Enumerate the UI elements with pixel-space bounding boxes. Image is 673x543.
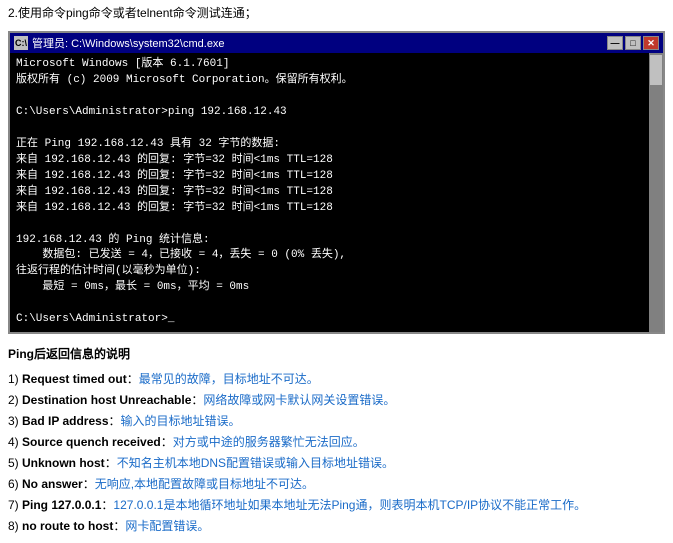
- cmd-title: 管理员: C:\Windows\system32\cmd.exe: [32, 35, 225, 51]
- item-desc: 不知名主机本地DNS配置错误或输入目标地址错误。: [117, 456, 394, 470]
- item-number: 4): [8, 435, 22, 449]
- item-label: No answer: [22, 477, 83, 491]
- info-item: 8) no route to host：网卡配置错误。: [8, 516, 665, 537]
- cmd-line: 来自 192.168.12.43 的回复: 字节=32 时间<1ms TTL=1…: [16, 185, 643, 201]
- info-item: 4) Source quench received：对方或中途的服务器繁忙无法回…: [8, 432, 665, 453]
- item-number: 5): [8, 456, 22, 470]
- cmd-icon-text: C:\: [15, 38, 27, 48]
- cmd-scrollbar[interactable]: [649, 53, 663, 332]
- item-separator: ：: [127, 372, 139, 386]
- item-desc: 网络故障或网卡默认网关设置错误。: [203, 393, 395, 407]
- item-desc: 对方或中途的服务器繁忙无法回应。: [173, 435, 365, 449]
- item-separator: ：: [109, 414, 121, 428]
- item-separator: ：: [191, 393, 203, 407]
- cmd-line: Microsoft Windows [版本 6.1.7601]: [16, 57, 643, 73]
- item-label: no route to host: [22, 519, 113, 533]
- item-number: 1): [8, 372, 22, 386]
- cmd-line: 192.168.12.43 的 Ping 统计信息:: [16, 233, 643, 249]
- info-item: 1) Request timed out：最常见的故障，目标地址不可达。: [8, 369, 665, 390]
- info-item: 3) Bad IP address：输入的目标地址错误。: [8, 411, 665, 432]
- item-label: Unknown host: [22, 456, 105, 470]
- cmd-line: 往返行程的估计时间(以毫秒为单位):: [16, 264, 643, 280]
- info-list: 1) Request timed out：最常见的故障，目标地址不可达。2) D…: [8, 369, 665, 537]
- item-label: Destination host Unreachable: [22, 393, 191, 407]
- maximize-button[interactable]: □: [625, 36, 641, 50]
- cmd-line: 来自 192.168.12.43 的回复: 字节=32 时间<1ms TTL=1…: [16, 153, 643, 169]
- item-desc: 网卡配置错误。: [125, 519, 209, 533]
- below-title: Ping后返回信息的说明: [8, 344, 665, 364]
- item-desc: 输入的目标地址错误。: [121, 414, 241, 428]
- cmd-line: C:\Users\Administrator>_: [16, 312, 643, 328]
- cmd-icon: C:\: [14, 36, 28, 50]
- cmd-titlebar-left: C:\ 管理员: C:\Windows\system32\cmd.exe: [14, 35, 225, 51]
- top-instruction: 2.使用命令ping命令或者telnent命令测试连通；: [0, 0, 673, 27]
- minimize-button[interactable]: —: [607, 36, 623, 50]
- cmd-line: 版权所有 (c) 2009 Microsoft Corporation。保留所有…: [16, 73, 643, 89]
- item-label: Request timed out: [22, 372, 127, 386]
- cmd-body: Microsoft Windows [版本 6.1.7601]版权所有 (c) …: [10, 53, 649, 332]
- info-item: 7) Ping 127.0.0.1：127.0.0.1是本地循环地址如果本地址无…: [8, 495, 665, 516]
- item-number: 6): [8, 477, 22, 491]
- info-item: 6) No answer：无响应,本地配置故障或目标地址不可达。: [8, 474, 665, 495]
- instruction-text: 2.使用命令ping命令或者telnent命令测试连通；: [8, 6, 257, 20]
- cmd-line: [16, 89, 643, 105]
- item-number: 2): [8, 393, 22, 407]
- cmd-buttons: — □ ✕: [607, 36, 659, 50]
- item-desc: 最常见的故障，目标地址不可达。: [139, 372, 319, 386]
- item-separator: ：: [161, 435, 173, 449]
- cmd-titlebar: C:\ 管理员: C:\Windows\system32\cmd.exe — □…: [10, 33, 663, 53]
- cmd-line: [16, 296, 643, 312]
- cmd-scrollbar-area: Microsoft Windows [版本 6.1.7601]版权所有 (c) …: [10, 53, 663, 332]
- item-number: 8): [8, 519, 22, 533]
- item-label: Source quench received: [22, 435, 161, 449]
- cmd-line: C:\Users\Administrator>ping 192.168.12.4…: [16, 105, 643, 121]
- cmd-line: [16, 217, 643, 233]
- item-label: Bad IP address: [22, 414, 108, 428]
- cmd-line: 最短 = 0ms，最长 = 0ms，平均 = 0ms: [16, 280, 643, 296]
- cmd-line: 来自 192.168.12.43 的回复: 字节=32 时间<1ms TTL=1…: [16, 169, 643, 185]
- cmd-window: C:\ 管理员: C:\Windows\system32\cmd.exe — □…: [8, 31, 665, 334]
- cmd-scrollbar-thumb[interactable]: [650, 55, 662, 85]
- item-separator: ：: [83, 477, 95, 491]
- item-number: 3): [8, 414, 22, 428]
- cmd-line: 正在 Ping 192.168.12.43 具有 32 字节的数据:: [16, 137, 643, 153]
- info-item: 5) Unknown host：不知名主机本地DNS配置错误或输入目标地址错误。: [8, 453, 665, 474]
- cmd-line: [16, 121, 643, 137]
- close-button[interactable]: ✕: [643, 36, 659, 50]
- cmd-line: 数据包: 已发送 = 4，已接收 = 4，丢失 = 0 (0% 丢失),: [16, 248, 643, 264]
- item-separator: ：: [105, 456, 117, 470]
- below-cmd: Ping后返回信息的说明 1) Request timed out：最常见的故障…: [0, 338, 673, 542]
- item-desc: 无响应,本地配置故障或目标地址不可达。: [95, 477, 314, 491]
- info-item: 2) Destination host Unreachable：网络故障或网卡默…: [8, 390, 665, 411]
- cmd-line: 来自 192.168.12.43 的回复: 字节=32 时间<1ms TTL=1…: [16, 201, 643, 217]
- item-separator: ：: [113, 519, 125, 533]
